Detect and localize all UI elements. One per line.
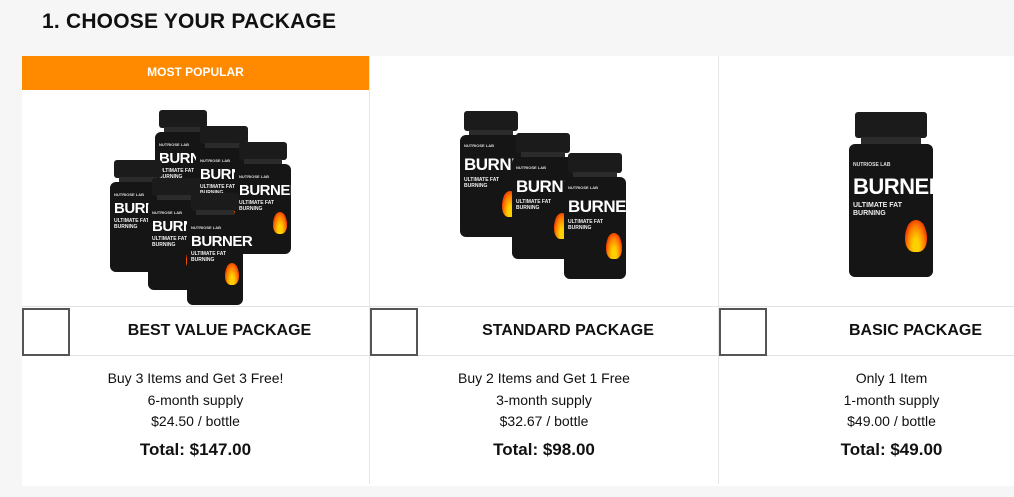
package-select-row[interactable]: STANDARD PACKAGE — [370, 306, 718, 356]
page-heading: 1. CHOOSE YOUR PACKAGE — [42, 10, 337, 33]
package-card-basic[interactable]: NUTRIOSE LAB BURNER ULTIMATE FAT BURNING BA… — [719, 56, 1014, 484]
product-image-six-bottles: NUTRIOSE LAB BURNER ULTIMATE FAT BURNING NU… — [22, 90, 369, 305]
package-offer: Buy 3 Items and Get 3 Free! — [107, 370, 284, 386]
bottle-image: NUTRIOSE LABBURNERULTIMATE FATBURNING — [564, 153, 638, 279]
bottle-image: NUTRIOSE LABBURNERULTIMATE FATBURNING — [187, 193, 253, 305]
package-total: Total: $98.00 — [493, 440, 595, 459]
package-unit-price: $49.00 / bottle — [847, 413, 936, 429]
product-image-three-bottles: NUTRIOSE LAB BURNER ULTIMATE FAT BURNING NU… — [370, 90, 718, 305]
package-checkbox[interactable] — [370, 308, 418, 356]
package-select-row[interactable]: BEST VALUE PACKAGE — [22, 306, 369, 356]
package-supply: 1-month supply — [843, 391, 940, 408]
flame-icon — [905, 220, 927, 252]
package-total: Total: $49.00 — [840, 440, 943, 459]
package-list: MOST POPULAR NUTRIOSE LAB BURNER ULTIMATE … — [22, 56, 1014, 486]
package-details: Only 1 Item 1-month supply $49.00 / bott… — [719, 368, 1014, 433]
package-unit-price: $32.67 / bottle — [499, 413, 589, 429]
most-popular-badge: MOST POPULAR — [22, 56, 369, 90]
package-supply: 6-month supply — [147, 391, 244, 408]
bottle-image: NUTRIOSE LABBURNERULTIMATE FATBURNING — [849, 112, 945, 277]
package-title: STANDARD PACKAGE — [482, 322, 654, 339]
package-title: BEST VALUE PACKAGE — [127, 322, 312, 339]
package-supply: 3-month supply — [496, 391, 592, 408]
package-select-row[interactable]: BASIC PACKAGE — [719, 306, 1014, 356]
package-checkbox[interactable] — [22, 308, 70, 356]
package-offer: Only 1 Item — [855, 370, 928, 386]
package-details: Buy 2 Items and Get 1 Free 3-month suppl… — [370, 368, 718, 433]
package-details: Buy 3 Items and Get 3 Free! 6-month supp… — [22, 368, 369, 433]
package-title: BASIC PACKAGE — [848, 322, 983, 339]
package-unit-price: $24.50 / bottle — [151, 413, 240, 429]
flame-icon — [273, 212, 287, 234]
package-checkbox[interactable] — [719, 308, 767, 356]
flame-icon — [606, 233, 622, 259]
package-offer: Buy 2 Items and Get 1 Free — [458, 370, 630, 386]
package-card-standard[interactable]: NUTRIOSE LAB BURNER ULTIMATE FAT BURNING NU… — [370, 56, 719, 484]
package-total: Total: $147.00 — [139, 440, 252, 459]
package-card-best-value[interactable]: MOST POPULAR NUTRIOSE LAB BURNER ULTIMATE … — [22, 56, 370, 484]
product-image-one-bottle: NUTRIOSE LAB BURNER ULTIMATE FAT BURNING — [719, 90, 1014, 305]
flame-icon — [225, 263, 239, 285]
